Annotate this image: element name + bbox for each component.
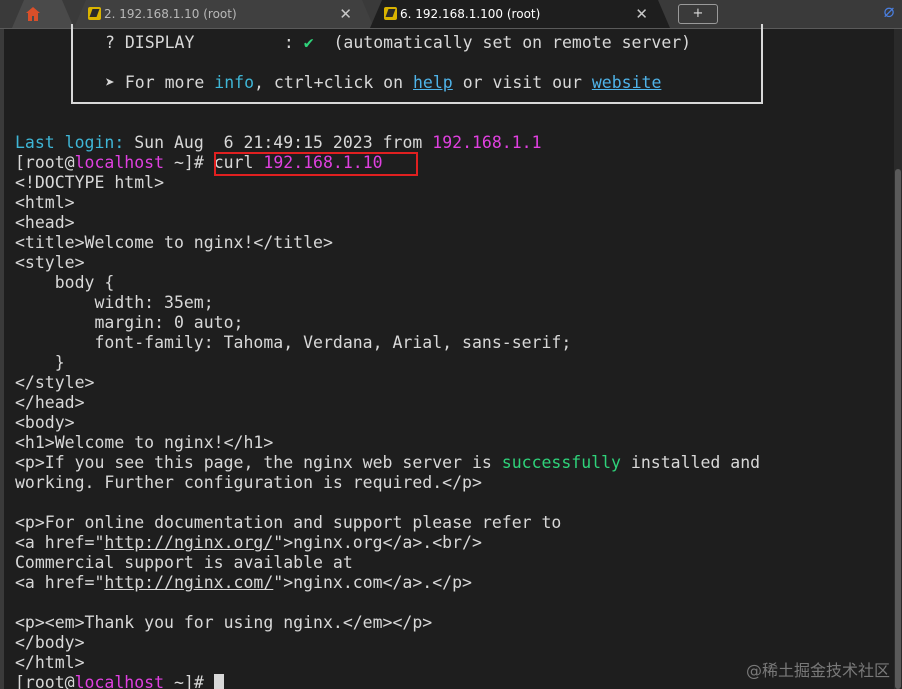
output-text: installed and bbox=[620, 453, 761, 472]
home-icon[interactable] bbox=[24, 5, 42, 23]
display-label: ? DISPLAY bbox=[105, 33, 195, 52]
banner-display-line: ? DISPLAY : ✔ (automatically set on remo… bbox=[105, 33, 691, 53]
output-line: Commercial support is available at bbox=[15, 553, 353, 572]
output-text: <p>If you see this page, the nginx web s… bbox=[15, 453, 502, 472]
output-line: <title>Welcome to nginx!</title> bbox=[15, 233, 333, 252]
terminal-output[interactable]: ? DISPLAY : ✔ (automatically set on remo… bbox=[15, 24, 895, 689]
output-line: </html> bbox=[15, 653, 85, 672]
more-mid: , ctrl+click on bbox=[254, 73, 404, 92]
output-line: margin: 0 auto; bbox=[15, 313, 244, 332]
output-line: <a href="http://nginx.org/">nginx.org</a… bbox=[15, 533, 482, 553]
output-line: </body> bbox=[15, 633, 85, 652]
url-link[interactable]: http://nginx.org/ bbox=[104, 533, 273, 552]
output-line: body { bbox=[15, 273, 115, 292]
display-sep: : bbox=[283, 33, 294, 52]
output-line: } bbox=[15, 353, 65, 372]
prompt-close: ~]# bbox=[164, 153, 204, 172]
output-line: <h1>Welcome to nginx!</h1> bbox=[15, 433, 274, 452]
output-text: ">nginx.org</a>.<br/> bbox=[273, 533, 482, 552]
url-link[interactable]: http://nginx.com/ bbox=[104, 573, 273, 592]
output-text: <a href=" bbox=[15, 573, 105, 592]
output-line: <a href="http://nginx.com/">nginx.com</a… bbox=[15, 573, 472, 593]
text-cursor bbox=[213, 674, 224, 689]
output-line: <p>If you see this page, the nginx web s… bbox=[15, 453, 760, 473]
watermark: @稀土掘金技术社区 bbox=[745, 661, 890, 680]
more-mid2: or visit our bbox=[462, 73, 582, 92]
website-link[interactable]: website bbox=[592, 73, 662, 92]
output-line: <!DOCTYPE html> bbox=[15, 173, 165, 192]
info-link[interactable]: info bbox=[214, 73, 254, 92]
display-note: (automatically set on remote server) bbox=[333, 33, 692, 52]
highlight-word: successfully bbox=[501, 453, 621, 472]
prompt-host: localhost bbox=[74, 153, 165, 172]
command-highlight-box bbox=[214, 152, 418, 176]
help-link[interactable]: help bbox=[413, 73, 453, 92]
output-line: font-family: Tahoma, Verdana, Arial, san… bbox=[15, 333, 572, 352]
output-line: <body> bbox=[15, 413, 75, 432]
scrollbar-thumb[interactable] bbox=[895, 169, 901, 689]
bullet-icon: ➤ bbox=[105, 73, 115, 92]
output-line: width: 35em; bbox=[15, 293, 214, 312]
output-line: </head> bbox=[15, 393, 85, 412]
output-line: working. Further configuration is requir… bbox=[15, 473, 482, 492]
prompt-open: [root@ bbox=[15, 153, 75, 172]
output-line: <style> bbox=[15, 253, 85, 272]
output-line: <p>For online documentation and support … bbox=[15, 513, 562, 532]
check-icon: ✔ bbox=[303, 33, 314, 52]
output-line: <html> bbox=[15, 193, 75, 212]
login-from: from bbox=[382, 133, 423, 152]
output-text: <a href=" bbox=[15, 533, 105, 552]
terminal-app: 2. 192.168.1.10 (root) ✕ 6. 192.168.1.10… bbox=[0, 0, 902, 689]
paperclip-icon[interactable]: ⌀ bbox=[879, 3, 899, 23]
more-prefix: For more bbox=[124, 73, 205, 92]
prompt-host: localhost bbox=[74, 673, 165, 689]
prompt-close: ~]# bbox=[164, 673, 204, 689]
ssh-key-icon bbox=[88, 7, 101, 20]
ssh-key-icon bbox=[384, 7, 397, 20]
prompt-open: [root@ bbox=[15, 673, 75, 689]
login-ip: 192.168.1.1 bbox=[432, 133, 542, 152]
login-label: Last login: bbox=[15, 133, 125, 152]
output-line: </style> bbox=[15, 373, 95, 392]
banner-info-line: ➤ For more info, ctrl+click on help or v… bbox=[105, 73, 661, 93]
login-datetime: Sun Aug 6 21:49:15 2023 bbox=[134, 133, 373, 152]
left-border bbox=[0, 29, 4, 689]
last-login-line: Last login: Sun Aug 6 21:49:15 2023 from… bbox=[15, 133, 542, 153]
output-line: <head> bbox=[15, 213, 75, 232]
output-line: <p><em>Thank you for using nginx.</em></… bbox=[15, 613, 433, 632]
scrollbar[interactable] bbox=[894, 29, 902, 689]
new-tab-button[interactable]: + bbox=[678, 4, 718, 24]
final-prompt-line: [root@localhost ~]# bbox=[15, 673, 224, 689]
output-text: ">nginx.com</a>.</p> bbox=[273, 573, 472, 592]
tab-home[interactable] bbox=[12, 0, 74, 28]
